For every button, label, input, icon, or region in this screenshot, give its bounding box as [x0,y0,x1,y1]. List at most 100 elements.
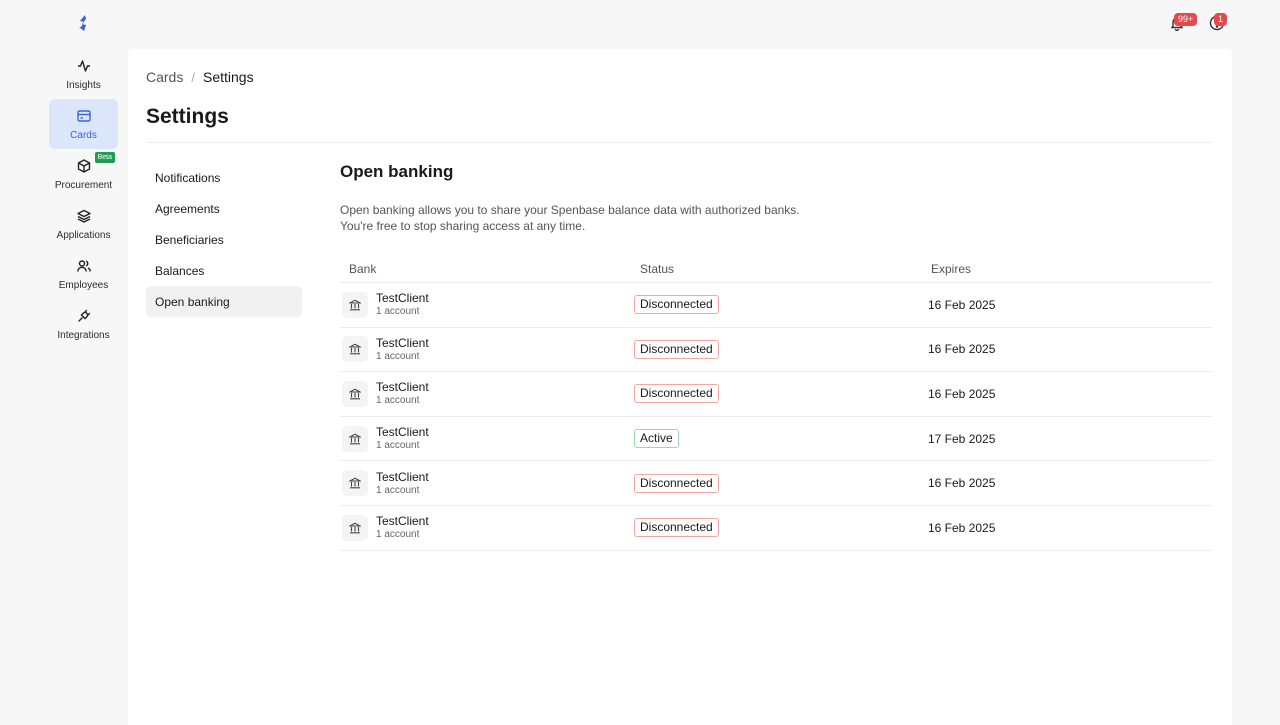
settings-menu-agreements[interactable]: Agreements [146,193,302,224]
open-banking-table: Bank Status Expires TestClient 1 account D… [340,255,1212,551]
bank-accounts: 1 account [376,350,420,362]
bank-info: TestClient 1 account [376,514,429,541]
table-row[interactable]: TestClient 1 account Disconnected 16 Feb 20… [340,283,1212,328]
users-icon [76,258,92,274]
column-header-expires: Expires [931,261,972,276]
notifications-button[interactable]: 99+ [1166,13,1198,36]
bank-cell: TestClient 1 account [340,425,632,452]
bank-icon [342,380,368,407]
status-cell: Active [632,429,922,449]
bank-info: TestClient 1 account [376,470,429,497]
bank-accounts: 1 account [376,440,420,452]
help-badge: 1 [1214,13,1228,26]
table-row[interactable]: TestClient 1 account Disconnected 16 Feb 20… [340,372,1212,417]
bank-cell: TestClient 1 account [340,470,632,497]
bank-name: TestClient [376,469,429,484]
description-line: Open banking allows you to share your Sp… [340,203,800,217]
box-icon [76,158,92,174]
section-description: Open banking allows you to share your Sp… [340,202,860,234]
bank-cell: TestClient 1 account [340,380,632,407]
status-cell: Disconnected [632,384,922,404]
status-badge: Active [634,429,679,449]
bank-name: TestClient [376,514,429,529]
column-header-bank: Bank [349,261,377,276]
status-cell: Disconnected [632,473,922,493]
settings-menu-beneficiaries[interactable]: Beneficiaries [146,224,302,255]
sidebar-item-insights[interactable]: Insights [49,49,118,99]
settings-menu: Notifications Agreements Beneficiaries B… [146,162,302,317]
bank-icon [342,425,368,452]
bank-icon [342,514,368,541]
status-cell: Disconnected [632,518,922,538]
sidebar-item-label: Employees [58,279,109,291]
bank-accounts: 1 account [376,395,420,407]
section-title: Open banking [340,162,454,181]
status-badge: Disconnected [634,295,719,315]
status-badge: Disconnected [634,518,719,538]
breadcrumb-current: Settings [202,69,254,85]
status-cell: Disconnected [632,295,922,315]
settings-menu-notifications[interactable]: Notifications [146,162,302,193]
column-header-status: Status [640,261,675,276]
notifications-badge: 99+ [1174,13,1198,26]
bank-name: TestClient [376,335,429,350]
bank-accounts: 1 account [376,484,420,496]
topbar-actions: 99+ 1 [1166,13,1228,36]
sidebar-item-cards[interactable]: Cards [49,99,118,149]
bank-cell: TestClient 1 account [340,514,632,541]
expires-cell: 17 Feb 2025 [928,431,996,446]
sidebar-item-employees[interactable]: Employees [49,249,118,299]
bank-accounts: 1 account [376,529,420,541]
table-row[interactable]: TestClient 1 account Active 17 Feb 2025 [340,417,1212,462]
sidebar-item-label: Procurement [54,179,113,191]
page-title: Settings [146,105,229,128]
status-badge: Disconnected [634,339,719,359]
sidebar-item-integrations[interactable]: Integrations [49,299,118,349]
bank-name: TestClient [376,291,429,306]
expires-cell: 16 Feb 2025 [928,476,996,491]
sidebar-item-label: Applications [56,229,111,241]
bank-cell: TestClient 1 account [340,336,632,363]
expires-cell: 16 Feb 2025 [928,342,996,357]
bank-name: TestClient [376,425,429,440]
breadcrumb-cards-link[interactable]: Cards [146,69,183,85]
table-row[interactable]: TestClient 1 account Disconnected 16 Feb 20… [340,461,1212,506]
status-badge: Disconnected [634,384,719,404]
activity-icon [76,58,92,74]
plug-icon [76,308,92,324]
status-badge: Disconnected [634,473,719,493]
main-panel: Cards / Settings Settings Notifications … [128,49,1232,725]
bank-info: TestClient 1 account [376,291,429,318]
breadcrumb-separator: / [191,69,195,85]
bank-cell: TestClient 1 account [340,291,632,318]
divider [146,142,1212,143]
expires-cell: 16 Feb 2025 [928,386,996,401]
settings-menu-balances[interactable]: Balances [146,255,302,286]
table-row[interactable]: TestClient 1 account Disconnected 16 Feb 20… [340,328,1212,373]
expires-cell: 16 Feb 2025 [928,520,996,535]
credit-card-icon [76,108,92,124]
breadcrumb: Cards / Settings [146,69,254,85]
beta-badge: Beta [94,152,115,163]
bank-icon [342,336,368,363]
bank-icon [342,291,368,318]
help-button[interactable]: 1 [1206,13,1228,36]
layers-icon [76,208,92,224]
table-body: TestClient 1 account Disconnected 16 Feb 20… [340,283,1212,551]
sidebar: Insights Cards Beta Procurement Applicat… [49,49,118,349]
expires-cell: 16 Feb 2025 [928,297,996,312]
sidebar-item-applications[interactable]: Applications [49,199,118,249]
brand-logo-icon[interactable] [76,14,90,32]
bank-accounts: 1 account [376,306,420,318]
description-line: You're free to stop sharing access at an… [340,219,586,233]
bank-info: TestClient 1 account [376,425,429,452]
bank-icon [342,470,368,497]
bank-name: TestClient [376,380,429,395]
table-row[interactable]: TestClient 1 account Disconnected 16 Feb 20… [340,506,1212,551]
settings-menu-open-banking[interactable]: Open banking [146,286,302,317]
bank-info: TestClient 1 account [376,380,429,407]
table-header: Bank Status Expires [340,255,1212,283]
sidebar-item-label: Integrations [57,329,110,341]
sidebar-item-label: Cards [70,129,97,141]
sidebar-item-procurement[interactable]: Beta Procurement [49,149,118,199]
